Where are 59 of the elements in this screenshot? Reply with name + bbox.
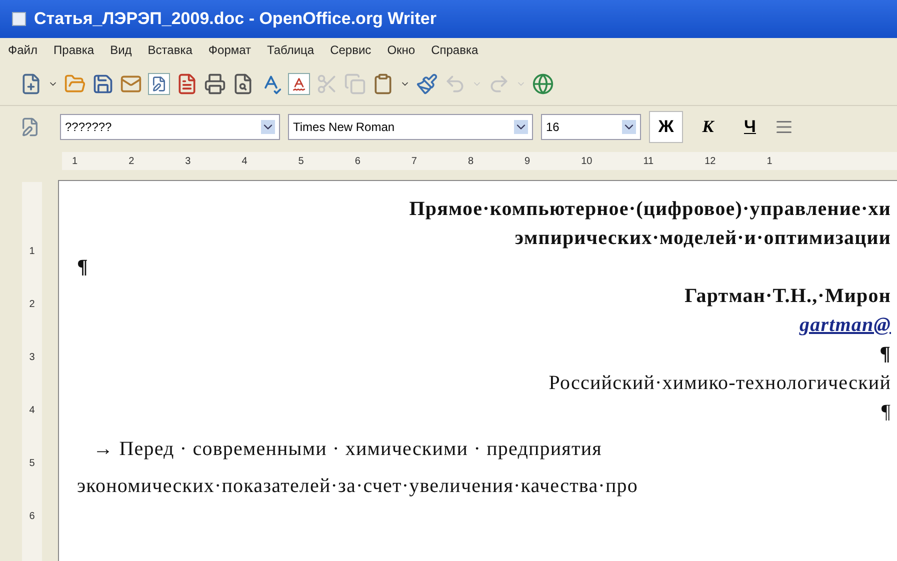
document-text: эмпирических·моделей·и·оптимизации: [514, 226, 891, 251]
folder-icon[interactable]: [64, 72, 86, 94]
app-icon: [12, 12, 26, 26]
ruler-number: 3: [185, 154, 191, 168]
ruler-number: 8: [468, 154, 474, 168]
document-text: ¶: [880, 342, 891, 367]
menu-item[interactable]: Справка: [431, 41, 478, 59]
ruler-number: 10: [581, 154, 592, 168]
format-button[interactable]: Ж: [649, 111, 683, 143]
window-title: Статья_ЛЭРЭП_2009.doc - OpenOffice.org Writer: [34, 8, 436, 30]
auto-spellcheck-icon[interactable]: [288, 72, 310, 94]
paragraph-mark: ¶: [77, 255, 88, 280]
document-text: Гартман·Т.Н.,·Мирон: [684, 284, 891, 309]
ruler-number: 5: [298, 154, 304, 168]
size-combo[interactable]: 16: [541, 114, 641, 140]
ruler-number: 3: [29, 351, 35, 365]
format-brush-icon[interactable]: [416, 72, 438, 94]
menu-item[interactable]: Правка: [54, 41, 94, 59]
document-text: Прямое·компьютерное·(цифровое)·управление·хи: [409, 197, 891, 222]
ruler-number: 4: [29, 404, 35, 418]
align-icon[interactable]: [775, 118, 793, 136]
ruler-number: 5: [29, 457, 35, 471]
pdf-export-icon[interactable]: [176, 72, 198, 94]
font-combo[interactable]: Times New Roman: [288, 114, 533, 140]
paste-icon[interactable]: [372, 72, 394, 94]
print-icon[interactable]: [204, 72, 226, 94]
ruler-number: 1: [766, 154, 772, 168]
ruler-number: 1: [29, 245, 35, 259]
globe-icon[interactable]: [532, 72, 554, 94]
edit-document-icon[interactable]: [148, 72, 170, 94]
ruler-number: 1: [72, 154, 78, 168]
ruler-number: 7: [411, 154, 417, 168]
ruler-number: 2: [128, 154, 134, 168]
document-text: экономических·показателей·за·счет·увеличения·качества·про: [77, 474, 638, 499]
ruler-number: 4: [242, 154, 248, 168]
style-combo[interactable]: ???????: [60, 114, 280, 140]
ruler-number: 6: [354, 154, 360, 168]
menu-item[interactable]: Окно: [387, 41, 416, 59]
menu-item[interactable]: Таблица: [267, 41, 314, 59]
format-button[interactable]: Ч: [733, 111, 767, 143]
styles-icon[interactable]: [20, 117, 40, 137]
menu-item[interactable]: Формат: [208, 41, 252, 59]
email-link[interactable]: gartman@: [800, 311, 891, 340]
document-text: Российский·химико-технологический: [548, 371, 891, 396]
ruler-number: 11: [643, 154, 654, 168]
menu-item[interactable]: Сервис: [330, 41, 372, 59]
ruler-number: 12: [704, 154, 716, 168]
document-text: ¶: [881, 400, 891, 425]
new-document-icon[interactable]: [20, 72, 42, 94]
document-text: → Перед · современными · химическими · предприятия: [92, 437, 602, 462]
menu-item[interactable]: Вид: [110, 41, 132, 59]
page-preview-icon[interactable]: [232, 72, 254, 94]
menu-item[interactable]: Вставка: [148, 41, 192, 59]
ruler-number: 9: [524, 154, 530, 168]
format-button[interactable]: К: [691, 111, 725, 143]
ruler-number: 6: [29, 510, 35, 524]
ruler-number: 2: [29, 298, 35, 312]
menu-item[interactable]: Файл: [8, 41, 38, 59]
save-icon[interactable]: [92, 72, 114, 94]
